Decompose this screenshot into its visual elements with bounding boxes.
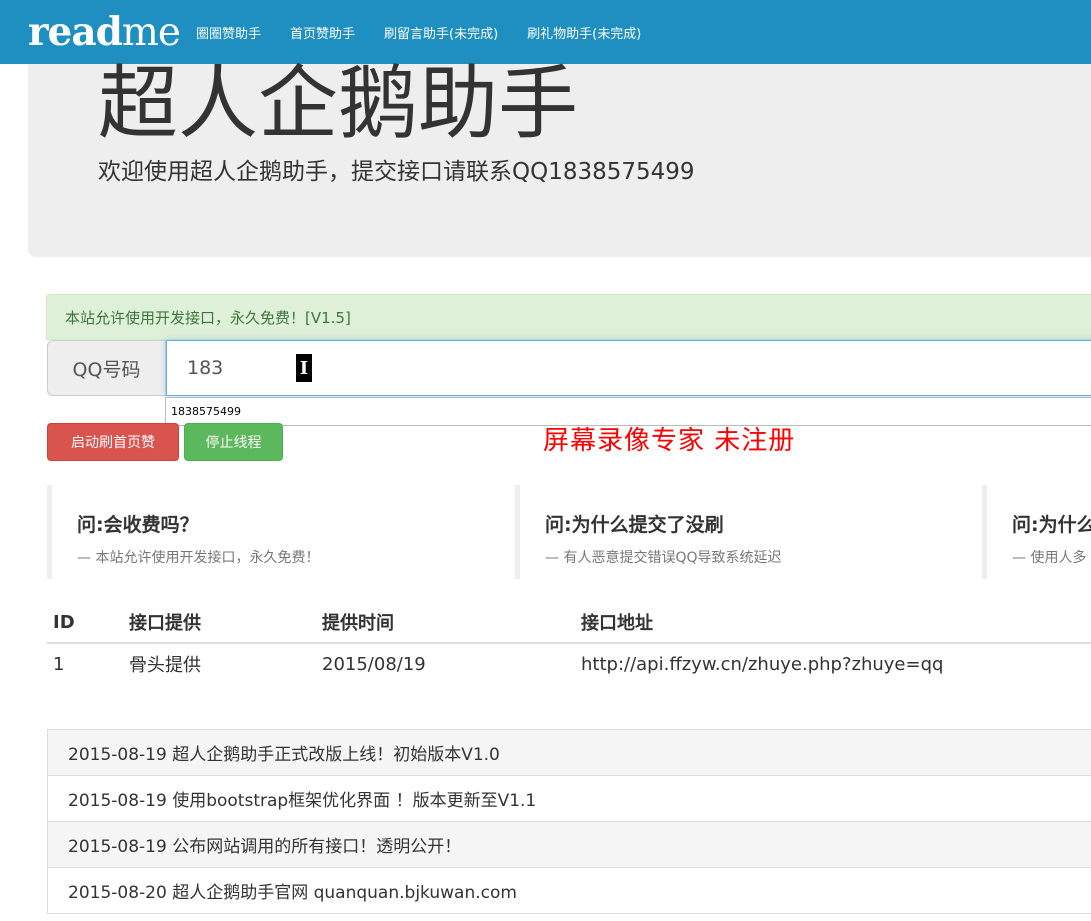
stop-thread-button[interactable]: 停止线程 — [184, 423, 283, 461]
brand-logo[interactable]: readme — [28, 9, 181, 55]
jumbotron: 超人企鹅助手 欢迎使用超人企鹅助手，提交接口请联系QQ1838575499 — [28, 57, 1091, 257]
brand-light-text: me — [121, 9, 181, 55]
list-item: 2015-08-19 公布网站调用的所有接口！透明公开！ — [47, 821, 1091, 868]
table-header-row: ID 接口提供 提供时间 接口地址 — [47, 602, 1091, 644]
faq-question: 问:为什么提交了没刷 — [545, 514, 724, 536]
faq-answer: — 使用人多 — [1012, 550, 1087, 566]
nav-link-gift[interactable]: 刷礼物助手(未完成) — [527, 23, 641, 42]
nav-link-homepage-like[interactable]: 首页赞助手 — [290, 23, 355, 42]
table-row: 1 骨头提供 2015/08/19 http://api.ffzyw.cn/zh… — [47, 643, 1091, 684]
table-cell-provider: 骨头提供 — [129, 655, 201, 676]
text-cursor-icon: I — [296, 354, 312, 382]
api-table: ID 接口提供 提供时间 接口地址 1 骨头提供 2015/08/19 http… — [47, 602, 1091, 684]
recorder-watermark: 屏幕录像专家 未注册 — [543, 426, 796, 456]
nav-link-comment[interactable]: 刷留言助手(未完成) — [384, 23, 498, 42]
faq-question: 问:会收费吗？ — [77, 514, 199, 536]
top-navbar: readme 圈圈赞助手 首页赞助手 刷留言助手(未完成) 刷礼物助手(未完成) — [0, 0, 1091, 64]
qq-input-addon: QQ号码 — [47, 340, 166, 396]
changelog-list: 2015-08-19 超人企鹅助手正式改版上线！初始版本V1.0 2015-08… — [47, 729, 1091, 914]
table-cell-date: 2015/08/19 — [322, 653, 426, 675]
start-homepage-like-button[interactable]: 启动刷首页赞 — [47, 423, 179, 461]
list-item: 2015-08-19 使用bootstrap框架优化界面 ！版本更新至V1.1 — [47, 775, 1091, 822]
faq-question: 问:为什么 — [1012, 514, 1091, 536]
faq-answer: — 本站允许使用开发接口，永久免费！ — [77, 550, 320, 566]
table-header-provider: 接口提供 — [123, 602, 316, 644]
list-item: 2015-08-20 超人企鹅助手官网 quanquan.bjkuwan.com — [47, 867, 1091, 914]
list-item: 2015-08-19 超人企鹅助手正式改版上线！初始版本V1.0 — [47, 729, 1091, 776]
brand-bold-text: read — [28, 8, 123, 55]
table-cell-id: 1 — [53, 653, 65, 675]
table-cell-url: http://api.ffzyw.cn/zhuye.php?zhuye=qq — [581, 653, 944, 675]
table-header-id: ID — [47, 602, 123, 644]
faq-block: 问:为什么提交了没刷 — 有人恶意提交错误QQ导致系统延迟 — [515, 485, 985, 579]
page-subtitle: 欢迎使用超人企鹅助手，提交接口请联系QQ1838575499 — [98, 159, 695, 185]
success-alert: 本站允许使用开发接口，永久免费！[V1.5] — [46, 294, 1091, 340]
page-title: 超人企鹅助手 — [98, 57, 578, 150]
nav-links: 圈圈赞助手 首页赞助手 刷留言助手(未完成) 刷礼物助手(未完成) — [196, 23, 670, 42]
nav-link-circle-like[interactable]: 圈圈赞助手 — [196, 23, 261, 42]
faq-block: 问:会收费吗？ — 本站允许使用开发接口，永久免费！ — [47, 485, 522, 579]
table-header-date: 提供时间 — [316, 602, 575, 644]
faq-block: 问:为什么 — 使用人多 — [982, 485, 1091, 579]
qq-input-group: QQ号码 — [47, 340, 1091, 396]
table-header-url: 接口地址 — [575, 602, 1091, 644]
faq-answer: — 有人恶意提交错误QQ导致系统延迟 — [545, 550, 782, 566]
